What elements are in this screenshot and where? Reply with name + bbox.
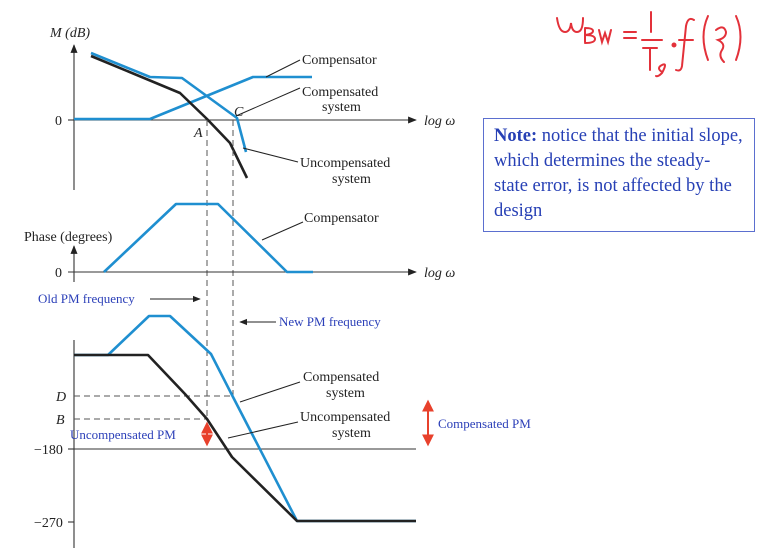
phase-y-label: Phase (degrees) — [24, 230, 113, 245]
tick-minus-270-label: −270 — [34, 516, 63, 531]
compensated-pm-label: Compensated PM — [438, 416, 531, 431]
handwritten-formula — [556, 11, 742, 78]
new-pm-frequency-label: New PM frequency — [279, 314, 381, 329]
uncompensated-pm-label: Uncompensated PM — [70, 427, 176, 442]
magnitude-uncompensated-label-1: Uncompensated — [300, 156, 390, 171]
leader-uncompensated — [242, 147, 299, 163]
leader-phase-compensator — [261, 221, 304, 241]
leader-compensated — [235, 87, 301, 117]
point-a-label: A — [193, 126, 203, 141]
phase-compensated-label-2: system — [326, 386, 365, 401]
leader-phase-uncompensated — [227, 421, 299, 439]
tick-d-label: D — [55, 390, 66, 405]
magnitude-uncompensated-curve — [90, 54, 249, 179]
magnitude-compensated-label-1: Compensated — [302, 85, 378, 100]
phase-compensated-label-1: Compensated — [303, 370, 379, 385]
leader-compensator — [265, 59, 301, 78]
magnitude-y-label: M (dB) — [49, 26, 90, 41]
magnitude-x-label: log ω — [424, 114, 455, 129]
magnitude-zero-label: 0 — [55, 114, 62, 129]
old-pm-frequency-label: Old PM frequency — [38, 291, 135, 306]
magnitude-compensator-label: Compensator — [302, 53, 377, 68]
phase-uncompensated-label-1: Uncompensated — [300, 410, 390, 425]
tick-minus-180-label: −180 — [34, 443, 63, 458]
leader-phase-compensated — [239, 381, 301, 403]
note-box: Note: notice that the initial slope, whi… — [483, 118, 755, 232]
tick-b-label: B — [56, 413, 65, 428]
bode-diagram: M (dB) 0 log ω A C Compensator Compensat… — [24, 11, 742, 548]
phase-compensator-label: Compensator — [304, 211, 379, 226]
phase-x-label: log ω — [424, 266, 455, 281]
phase-uncompensated-label-2: system — [332, 426, 371, 441]
note-heading: Note: — [494, 126, 538, 146]
magnitude-uncompensated-label-2: system — [332, 172, 371, 187]
phase-zero-label: 0 — [55, 266, 62, 281]
phase-compensator-curve — [103, 202, 313, 274]
magnitude-compensated-label-2: system — [322, 100, 361, 115]
point-c-label: C — [234, 105, 244, 120]
